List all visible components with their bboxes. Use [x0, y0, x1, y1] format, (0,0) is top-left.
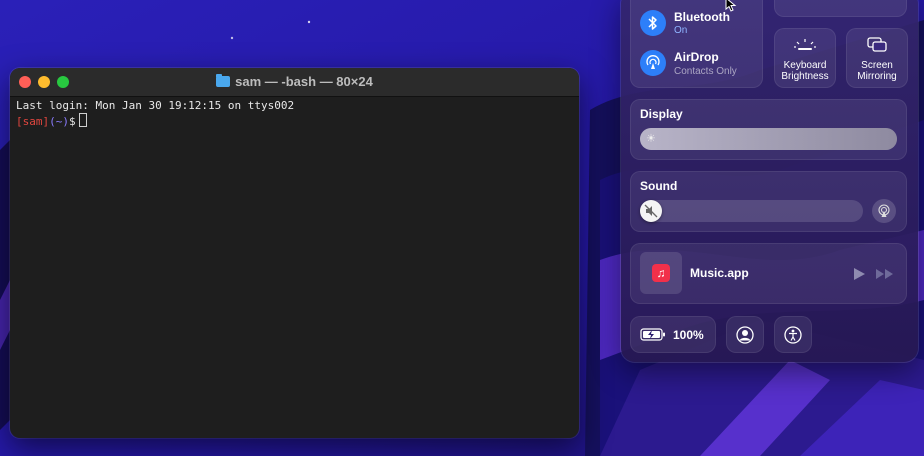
- airdrop-label: AirDrop: [674, 50, 719, 64]
- terminal-content[interactable]: Last login: Mon Jan 30 19:12:15 on ttys0…: [10, 97, 579, 131]
- muted-speaker-icon: [644, 204, 658, 218]
- fast-user-switching-button[interactable]: [726, 316, 764, 353]
- album-art: ♫: [640, 252, 682, 294]
- prompt-symbol: $: [69, 115, 76, 128]
- screen-mirroring-line2: Mirroring: [857, 71, 897, 82]
- screen-mirroring-button[interactable]: Screen Mirroring: [846, 28, 908, 88]
- prompt-line: [sam](~)$: [16, 113, 573, 129]
- mouse-pointer-icon: [725, 0, 737, 12]
- accessibility-icon: [784, 326, 802, 344]
- sound-title: Sound: [640, 179, 678, 193]
- prompt-dir: (~): [49, 115, 69, 128]
- display-tile: Display ☀: [630, 99, 907, 160]
- keyboard-brightness-line2: Brightness: [781, 71, 829, 82]
- prompt-user: [sam]: [16, 115, 50, 128]
- airdrop-toggle[interactable]: [640, 50, 666, 76]
- display-brightness-slider[interactable]: ☀: [640, 128, 897, 150]
- play-icon[interactable]: [852, 267, 866, 281]
- bluetooth-label: Bluetooth: [674, 10, 730, 24]
- sound-tile: Sound: [630, 171, 907, 232]
- keyboard-brightness-icon: [794, 39, 816, 50]
- display-brightness-fill: [640, 128, 897, 150]
- terminal-window[interactable]: sam — -bash — 80×24 Last login: Mon Jan …: [10, 68, 579, 438]
- window-title-container: sam — -bash — 80×24: [10, 74, 579, 89]
- last-login-line: Last login: Mon Jan 30 19:12:15 on ttys0…: [16, 99, 295, 112]
- bluetooth-toggle[interactable]: [640, 10, 666, 36]
- terminal-titlebar[interactable]: sam — -bash — 80×24: [10, 68, 579, 97]
- window-title: sam — -bash — 80×24: [235, 74, 373, 89]
- now-playing-app: Music.app: [690, 266, 749, 280]
- battery-charging-icon: [640, 328, 665, 341]
- airdrop-status: Contacts Only: [674, 66, 737, 77]
- display-title: Display: [640, 107, 683, 121]
- control-center-panel: Bluetooth On AirDrop Contacts Only Keybo…: [621, 0, 918, 362]
- airdrop-icon: [646, 55, 660, 69]
- fast-forward-icon[interactable]: [875, 268, 895, 280]
- keyboard-brightness-label: Keyboard Brightness: [774, 60, 836, 82]
- folder-icon: [216, 74, 231, 87]
- music-app-icon: ♫: [652, 264, 670, 282]
- volume-slider[interactable]: [640, 200, 863, 222]
- airplay-audio-icon: [878, 204, 890, 217]
- keyboard-brightness-button[interactable]: Keyboard Brightness: [774, 28, 836, 88]
- now-playing-tile[interactable]: ♫ Music.app: [630, 243, 907, 304]
- text-cursor: [78, 113, 87, 127]
- audio-output-button[interactable]: [872, 199, 896, 223]
- bluetooth-status: On: [674, 25, 688, 36]
- focus-tile[interactable]: [774, 0, 907, 17]
- volume-knob[interactable]: [640, 200, 662, 222]
- user-icon: [736, 326, 754, 344]
- connectivity-tile: Bluetooth On AirDrop Contacts Only: [630, 0, 763, 88]
- screen-mirroring-icon: [867, 37, 887, 52]
- battery-percent: 100%: [673, 328, 704, 342]
- screen-mirroring-label: Screen Mirroring: [846, 60, 908, 82]
- screen-mirroring-line1: Screen: [861, 60, 893, 71]
- bluetooth-icon: [648, 16, 657, 30]
- sun-icon: ☀: [646, 133, 656, 145]
- accessibility-shortcuts-button[interactable]: [774, 316, 812, 353]
- battery-tile[interactable]: 100%: [630, 316, 716, 353]
- keyboard-brightness-line1: Keyboard: [783, 60, 827, 71]
